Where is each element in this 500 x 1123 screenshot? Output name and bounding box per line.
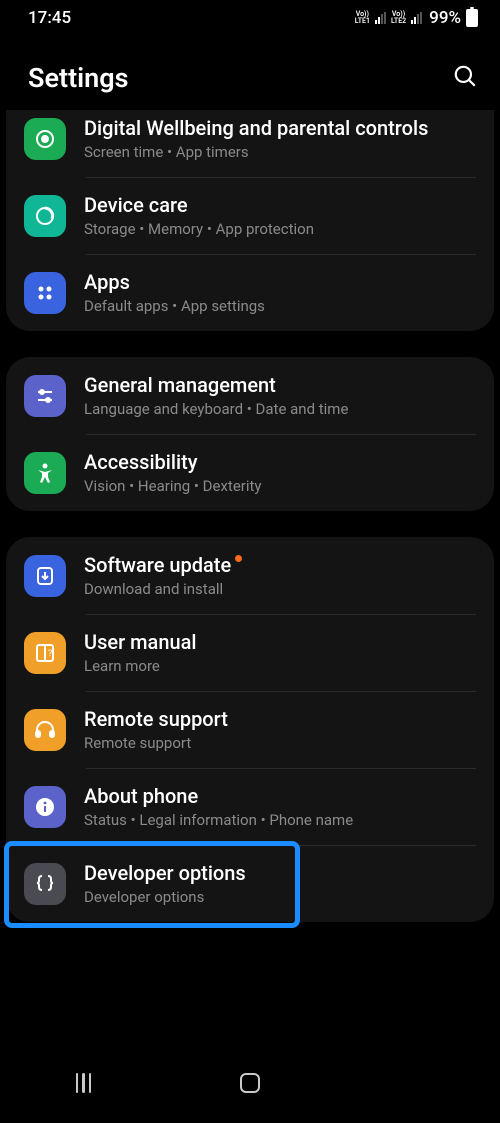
settings-item-subtitle: Language and keyboard • Date and time xyxy=(84,400,476,418)
back-icon xyxy=(377,1043,457,1123)
wellbeing-icon xyxy=(24,118,66,160)
signal-icon xyxy=(411,12,422,24)
settings-item-subtitle: Storage • Memory • App protection xyxy=(84,220,476,238)
settings-group: Digital Wellbeing and parental controls S… xyxy=(6,110,494,331)
settings-item[interactable]: About phone Status • Legal information • … xyxy=(6,768,494,845)
nav-home-button[interactable] xyxy=(210,1073,290,1093)
settings-item-subtitle: Status • Legal information • Phone name xyxy=(84,811,476,829)
settings-item[interactable]: Device care Storage • Memory • App protec… xyxy=(6,177,494,254)
home-icon xyxy=(240,1073,260,1093)
settings-item-subtitle: Vision • Hearing • Dexterity xyxy=(84,477,476,495)
recents-icon xyxy=(76,1073,92,1093)
settings-item[interactable]: Accessibility Vision • Hearing • Dexterit… xyxy=(6,434,494,511)
settings-item-subtitle: Screen time • App timers xyxy=(84,143,476,161)
manual-icon: ? xyxy=(24,632,66,674)
settings-item-subtitle: Default apps • App settings xyxy=(84,297,476,315)
status-time: 17:45 xyxy=(28,8,71,28)
page-header: Settings xyxy=(0,34,500,116)
settings-item[interactable]: Apps Default apps • App settings xyxy=(6,254,494,331)
settings-item-subtitle: Remote support xyxy=(84,734,476,752)
settings-item-title: Device care xyxy=(84,193,188,217)
settings-group: General management Language and keyboard … xyxy=(6,357,494,511)
sim1-label: Vo)) LTE1 xyxy=(355,11,370,25)
settings-group: Software update Download and install? User… xyxy=(6,537,494,922)
status-bar: 17:45 Vo)) LTE1 Vo)) LTE2 99% xyxy=(0,0,500,34)
settings-item-title: About phone xyxy=(84,784,198,808)
settings-item[interactable]: Software update Download and install xyxy=(6,537,494,614)
settings-item[interactable]: Remote support Remote support xyxy=(6,691,494,768)
accessibility-icon xyxy=(24,452,66,494)
settings-item[interactable]: Digital Wellbeing and parental controls S… xyxy=(6,110,494,177)
braces-icon xyxy=(24,863,66,905)
status-right: Vo)) LTE1 Vo)) LTE2 99% xyxy=(355,8,478,28)
nav-recents-button[interactable] xyxy=(43,1073,123,1093)
settings-item-title: Accessibility xyxy=(84,450,198,474)
devicecare-icon xyxy=(24,195,66,237)
settings-item-title: Apps xyxy=(84,270,130,294)
battery-percent: 99% xyxy=(429,8,461,28)
settings-item[interactable]: Developer options Developer options xyxy=(6,845,494,922)
update-icon xyxy=(24,555,66,597)
navigation-bar xyxy=(0,1055,500,1111)
settings-item-title: General management xyxy=(84,373,276,397)
headset-icon xyxy=(24,709,66,751)
settings-item-title: Digital Wellbeing and parental controls xyxy=(84,116,428,140)
apps-icon xyxy=(24,272,66,314)
signal-icon xyxy=(375,12,386,24)
settings-item-subtitle: Learn more xyxy=(84,657,476,675)
settings-item-title: Software update xyxy=(84,553,242,577)
settings-list: Digital Wellbeing and parental controls S… xyxy=(0,110,500,922)
settings-item-title: User manual xyxy=(84,630,196,654)
settings-item[interactable]: ? User manual Learn more xyxy=(6,614,494,691)
update-badge xyxy=(235,555,242,562)
sim2-label: Vo)) LTE2 xyxy=(391,11,406,25)
settings-item-subtitle: Download and install xyxy=(84,580,476,598)
settings-item-subtitle: Developer options xyxy=(84,888,476,906)
settings-item-title: Remote support xyxy=(84,707,228,731)
svg-text:?: ? xyxy=(48,649,52,659)
nav-back-button[interactable] xyxy=(377,1043,457,1123)
info-icon xyxy=(24,786,66,828)
settings-item-title: Developer options xyxy=(84,861,246,885)
page-title: Settings xyxy=(28,62,129,94)
sliders-icon xyxy=(24,375,66,417)
search-button[interactable] xyxy=(452,63,478,93)
search-icon xyxy=(452,63,478,89)
battery-icon xyxy=(466,9,478,27)
settings-item[interactable]: General management Language and keyboard … xyxy=(6,357,494,434)
